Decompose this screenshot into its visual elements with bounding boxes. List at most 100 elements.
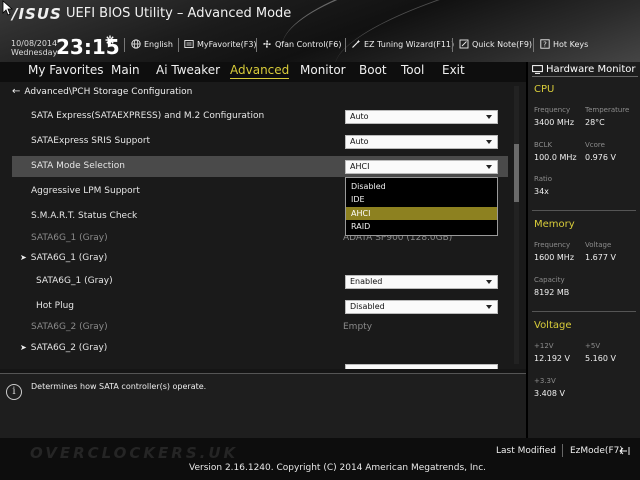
cpu-section-title: CPU — [534, 84, 555, 95]
ez-tuning-wizard-label: EZ Tuning Wizard(F11) — [364, 39, 455, 49]
hot-plug-select[interactable]: Disabled — [345, 300, 498, 314]
quick-note-button[interactable]: Quick Note(F9) — [459, 39, 532, 49]
cpu-ratio-value: 34x — [534, 187, 549, 196]
dropdown-option-ide[interactable]: IDE — [346, 193, 497, 206]
sata-mode-dropdown-list: Disabled IDE AHCI RAID — [345, 177, 498, 236]
hardware-monitor-title: Hardware Monitor — [546, 63, 636, 75]
tab-main[interactable]: Main — [111, 63, 140, 77]
memory-voltage-value: 1.677 V — [585, 253, 616, 262]
breadcrumb[interactable]: ← Advanced\PCH Storage Configuration — [12, 86, 192, 97]
smart-status-label: S.M.A.R.T. Status Check — [31, 211, 138, 221]
sata6g1-submenu-label: SATA6G_1 (Gray) — [30, 253, 108, 263]
voltage-section-title: Voltage — [534, 320, 572, 331]
main-menu-bar: My Favorites Main Ai Tweaker Advanced Mo… — [0, 62, 526, 82]
monitor-icon — [532, 64, 543, 74]
next-row-select[interactable] — [345, 364, 498, 369]
tab-exit[interactable]: Exit — [442, 63, 465, 77]
sata6g1-port-value: Enabled — [350, 277, 383, 286]
sata6g2-submenu-item[interactable]: ➤ SATA6G_2 (Gray) — [20, 343, 107, 353]
language-button[interactable]: English — [131, 39, 173, 49]
cpu-bclk-key: BCLK — [534, 141, 553, 149]
memory-section-title: Memory — [534, 219, 575, 230]
hot-plug-value: Disabled — [350, 302, 385, 311]
asus-logo: /ISUS — [12, 5, 62, 23]
hardware-monitor-header: Hardware Monitor — [532, 62, 638, 77]
exit-to-ez-mode-icon[interactable] — [619, 446, 630, 456]
dropdown-option-ahci[interactable]: AHCI — [346, 207, 497, 220]
memory-frequency-value: 1600 MHz — [534, 253, 575, 262]
sata6g1-port-label: SATA6G_1 (Gray) — [36, 276, 113, 286]
my-favorite-button[interactable]: MyFavorite(F3) — [184, 39, 257, 49]
help-description: Determines how SATA controller(s) operat… — [31, 382, 207, 391]
sris-support-value: Auto — [350, 137, 369, 146]
version-info: Version 2.16.1240. Copyright (C) 2014 Am… — [189, 463, 487, 473]
voltage-3v3-value: 3.408 V — [534, 389, 565, 398]
sata-mode-select[interactable]: AHCI — [345, 160, 498, 174]
sata-express-label: SATA Express(SATAEXPRESS) and M.2 Config… — [31, 111, 265, 121]
svg-text:?: ? — [543, 41, 547, 49]
cpu-vcore-value: 0.976 V — [585, 153, 616, 162]
ez-mode-button[interactable]: EzMode(F7) — [570, 446, 623, 456]
language-label: English — [144, 39, 173, 49]
tab-my-favorites[interactable]: My Favorites — [28, 63, 103, 77]
memory-capacity-key: Capacity — [534, 276, 565, 284]
tab-boot[interactable]: Boot — [359, 63, 387, 77]
sata-express-select[interactable]: Auto — [345, 110, 498, 124]
cpu-temperature-value: 28°C — [585, 118, 605, 127]
hw-divider — [532, 210, 636, 211]
weekday-text: Wednesday — [11, 48, 58, 57]
hot-plug-label: Hot Plug — [36, 301, 75, 311]
sata-mode-value: AHCI — [350, 162, 370, 171]
breadcrumb-path: Advanced\PCH Storage Configuration — [24, 86, 193, 97]
tab-monitor[interactable]: Monitor — [300, 63, 346, 77]
tab-advanced[interactable]: Advanced — [230, 63, 290, 79]
header-separator — [452, 38, 453, 52]
help-info-bar: i Determines how SATA controller(s) oper… — [0, 373, 526, 438]
sata6g1-submenu-item[interactable]: ➤ SATA6G_1 (Gray) — [20, 253, 107, 263]
aggressive-lpm-label: Aggressive LPM Support — [31, 186, 140, 196]
cpu-bclk-value: 100.0 MHz — [534, 153, 577, 162]
header-separator — [533, 38, 534, 52]
quick-note-label: Quick Note(F9) — [472, 39, 533, 49]
scrollbar-track[interactable] — [514, 86, 519, 364]
header-bar: /ISUS UEFI BIOS Utility – Advanced Mode … — [0, 0, 640, 62]
header-separator — [178, 38, 179, 52]
sata6g1-port-select[interactable]: Enabled — [345, 275, 498, 289]
cpu-ratio-key: Ratio — [534, 175, 552, 183]
last-modified-button[interactable]: Last Modified — [496, 446, 556, 456]
sata6g2-info-label: SATA6G_2 (Gray) — [31, 322, 108, 332]
info-icon: i — [6, 384, 22, 400]
clock-settings-gear-icon[interactable] — [105, 35, 115, 45]
tab-ai-tweaker[interactable]: Ai Tweaker — [156, 63, 220, 77]
voltage-12v-key: +12V — [534, 342, 554, 350]
header-separator — [256, 38, 257, 52]
sris-support-select[interactable]: Auto — [345, 135, 498, 149]
cpu-frequency-key: Frequency — [534, 106, 571, 114]
submenu-arrow-icon: ➤ — [20, 253, 27, 262]
fan-icon — [263, 40, 271, 48]
cpu-frequency-value: 3400 MHz — [534, 118, 575, 127]
scrollbar-thumb[interactable] — [514, 144, 519, 202]
qfan-control-button[interactable]: Qfan Control(F6) — [262, 39, 341, 49]
hot-keys-button[interactable]: ? Hot Keys — [540, 39, 588, 49]
voltage-3v3-key: +3.3V — [534, 377, 556, 385]
chevron-down-icon — [486, 280, 492, 284]
footer-bar: OVERCLOCKERS.UK Last Modified EzMode(F7)… — [0, 438, 640, 480]
voltage-5v-key: +5V — [585, 342, 601, 350]
sata-express-value: Auto — [350, 112, 369, 121]
app-title: UEFI BIOS Utility – Advanced Mode — [66, 6, 292, 21]
chevron-down-icon — [486, 305, 492, 309]
chevron-down-icon — [486, 115, 492, 119]
tuning-wand-icon — [352, 39, 361, 48]
dropdown-option-disabled[interactable]: Disabled — [346, 180, 497, 193]
date-display: 10/08/2014 Wednesday — [11, 39, 57, 57]
sata6g2-submenu-label: SATA6G_2 (Gray) — [30, 343, 108, 353]
sris-support-label: SATAExpress SRIS Support — [31, 136, 151, 146]
back-arrow-icon[interactable]: ← — [12, 86, 20, 97]
dropdown-option-raid[interactable]: RAID — [346, 220, 497, 233]
favorite-list-icon — [184, 40, 194, 48]
date-text: 10/08/2014 — [11, 39, 58, 48]
ez-tuning-wizard-button[interactable]: EZ Tuning Wizard(F11) — [351, 39, 454, 49]
memory-voltage-key: Voltage — [585, 241, 612, 249]
tab-tool[interactable]: Tool — [401, 63, 424, 77]
